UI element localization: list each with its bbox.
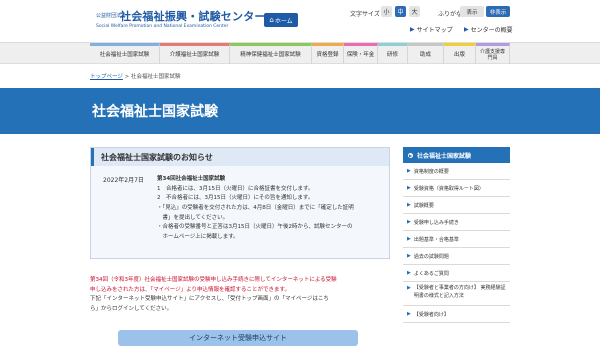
nav-registration[interactable]: 資格登録 bbox=[312, 43, 344, 64]
sidebar-item-eligibility[interactable]: ▶ 受験資格（資格取得ルート図） bbox=[403, 180, 510, 197]
news-line: 2 不合格者には、3月15日（火曜日）にその旨を通知します。 bbox=[157, 195, 314, 202]
site-header: 公益財団法人 社会福祉振興・試験センター Social Welfare Prom… bbox=[0, 0, 600, 40]
sidebar-item-label: よくあるご質問 bbox=[413, 270, 449, 277]
home-label: ホーム bbox=[274, 17, 293, 25]
notice-red-line: 申し込みをされた方は、「マイページ」より申込情報を確認することができます。 bbox=[90, 286, 290, 293]
breadcrumb-home[interactable]: トップページ bbox=[90, 74, 123, 80]
font-size-small-button[interactable]: 小 bbox=[381, 6, 392, 17]
global-nav: 社会福祉士国家試験 介護福祉士国家試験 精神保健福祉士国家試験 資格登録 保険・… bbox=[0, 42, 600, 64]
nav-social-welfare[interactable]: 社会福祉士国家試験 bbox=[90, 43, 160, 64]
sidebar-header[interactable]: ▶ 社会福祉士国家試験 bbox=[403, 147, 510, 163]
sidebar-item-experience-certificate[interactable]: ▶ 【受験者と事業者の方向け】 実務経験証明書の様式と記入方法 bbox=[403, 282, 510, 306]
news-header: 社会福祉士国家試験のお知らせ bbox=[91, 148, 389, 166]
sidebar-item-label: 受験申し込み手続き bbox=[413, 219, 459, 226]
sidebar-item-overview[interactable]: ▶ 資格制度の概要 bbox=[403, 163, 510, 180]
sidebar-item-application[interactable]: ▶ 受験申し込み手続き bbox=[403, 214, 510, 231]
notice-line: ら」からログインしてください。 bbox=[90, 305, 173, 312]
nav-insurance-pension[interactable]: 保険・年金 bbox=[344, 43, 378, 64]
center-overview-link[interactable]: ▶ センターの概要 bbox=[464, 25, 513, 34]
chevron-right-icon: ▶ bbox=[407, 168, 411, 174]
chevron-right-icon: ▶ bbox=[407, 311, 411, 317]
chevron-right-icon: ▶ bbox=[408, 152, 413, 158]
chevron-right-icon: ▶ bbox=[407, 285, 411, 291]
breadcrumb: トップページ > 社会福祉士国家試験 bbox=[90, 72, 181, 80]
notice-red-line: 第34回（令和3年度）社会福祉士国家試験の受験申し込み手続きに際してインターネッ… bbox=[90, 277, 337, 283]
nav-publishing[interactable]: 出版 bbox=[444, 43, 476, 64]
chevron-right-icon: ▶ bbox=[407, 270, 411, 276]
center-overview-label: センターの概要 bbox=[470, 27, 513, 34]
logo-english: Social Welfare Promotion and National Ex… bbox=[96, 24, 229, 29]
breadcrumb-current: 社会福祉士国家試験 bbox=[131, 74, 181, 80]
sitemap-link[interactable]: ▶ サイトマップ bbox=[410, 25, 453, 34]
font-size-label: 文字サイズ bbox=[350, 11, 380, 18]
chevron-right-icon: ▶ bbox=[407, 219, 411, 225]
internet-application-button[interactable]: インターネット受験申込サイト bbox=[118, 330, 358, 346]
chevron-right-icon: ▶ bbox=[407, 236, 411, 242]
page-banner: 社会福祉士国家試験 bbox=[0, 88, 600, 134]
page-title: 社会福祉士国家試験 bbox=[92, 104, 218, 120]
notice-line: 下記「インターネット受験申込サイト」にアクセスし、「受付トップ画面」の「マイペー… bbox=[90, 296, 329, 303]
sidebar: ▶ 社会福祉士国家試験 ▶ 資格制度の概要 ▶ 受験資格（資格取得ルート図） ▶ 試験… bbox=[403, 147, 510, 323]
chevron-right-icon: ▶ bbox=[464, 26, 469, 33]
notice-text: 第34回（令和3年度）社会福祉士国家試験の受験申し込み手続きに際してインターネッ… bbox=[90, 276, 390, 315]
ruby-hide-button[interactable]: 非表示 bbox=[486, 6, 510, 17]
sidebar-item-label: 過去の試験問題 bbox=[413, 253, 449, 260]
news-title: 社会福祉士国家試験のお知らせ bbox=[101, 153, 213, 162]
chevron-right-icon: ▶ bbox=[407, 253, 411, 259]
news-line: 1 合格者には、3月15日（火曜日）に合格証書を交付します。 bbox=[157, 185, 314, 192]
home-icon: ⌂ bbox=[269, 16, 274, 24]
sidebar-item-label: 【受験者と事業者の方向け】 実務経験証明書の様式と記入方法 bbox=[413, 285, 506, 299]
ruby-show-button[interactable]: 表示 bbox=[460, 6, 484, 17]
nav-grants[interactable]: 助成 bbox=[408, 43, 444, 64]
news-line: ホームページ上に掲載します。 bbox=[157, 233, 239, 240]
news-heading: 第34回社会福祉士国家試験 bbox=[157, 176, 226, 182]
news-line: ・「見込」の受験者を交付された方は、4月8日（金曜日）までに「確定した証明 bbox=[157, 204, 354, 211]
news-body: 第34回社会福祉士国家試験 1 合格者には、3月15日（火曜日）に合格証書を交付… bbox=[157, 175, 385, 242]
chevron-right-icon: ▶ bbox=[410, 26, 415, 33]
sidebar-header-label: 社会福祉士国家試験 bbox=[417, 152, 472, 160]
sidebar-item-label: 【受験者向け】 bbox=[413, 311, 449, 318]
news-box: 社会福祉士国家試験のお知らせ 2022年2月7日 第34回社会福祉士国家試験 1… bbox=[90, 147, 390, 259]
sidebar-item-criteria[interactable]: ▶ 出題基準・合格基準 bbox=[403, 231, 510, 248]
sidebar-item-label: 出題基準・合格基準 bbox=[413, 236, 459, 243]
chevron-right-icon: ▶ bbox=[407, 202, 411, 208]
font-size-medium-button[interactable]: 中 bbox=[395, 6, 406, 17]
sidebar-item-label: 受験資格（資格取得ルート図） bbox=[413, 185, 484, 192]
sidebar-item-past-questions[interactable]: ▶ 過去の試験問題 bbox=[403, 248, 510, 265]
home-button[interactable]: ⌂ ホーム bbox=[264, 13, 298, 27]
logo-title[interactable]: 社会福祉振興・試験センター bbox=[120, 8, 266, 24]
nav-training[interactable]: 研修 bbox=[378, 43, 408, 64]
sidebar-item-label: 試験概要 bbox=[413, 202, 434, 209]
chevron-right-icon: ▶ bbox=[407, 185, 411, 191]
sitemap-label: サイトマップ bbox=[416, 27, 453, 34]
nav-care-manager[interactable]: 介護支援専門員 bbox=[476, 43, 510, 64]
ruby-label: ふりがな bbox=[438, 11, 463, 18]
font-size-large-button[interactable]: 大 bbox=[409, 6, 420, 17]
sidebar-item-for-examinees[interactable]: ▶ 【受験者向け】 bbox=[403, 306, 510, 323]
sidebar-item-label: 資格制度の概要 bbox=[413, 168, 449, 175]
news-line: ・合格者の受験番号と正答は3月15日（火曜日）午後2時から、試験センターの bbox=[157, 224, 353, 231]
nav-care-welfare[interactable]: 介護福祉士国家試験 bbox=[160, 43, 230, 64]
sidebar-item-faq[interactable]: ▶ よくあるご質問 bbox=[403, 265, 510, 282]
sidebar-item-exam-outline[interactable]: ▶ 試験概要 bbox=[403, 197, 510, 214]
nav-mental-health[interactable]: 精神保健福祉士国家試験 bbox=[230, 43, 312, 64]
news-date: 2022年2月7日 bbox=[103, 177, 144, 184]
news-line: 書」を提出してください。 bbox=[157, 214, 229, 221]
breadcrumb-separator: > bbox=[124, 74, 130, 80]
